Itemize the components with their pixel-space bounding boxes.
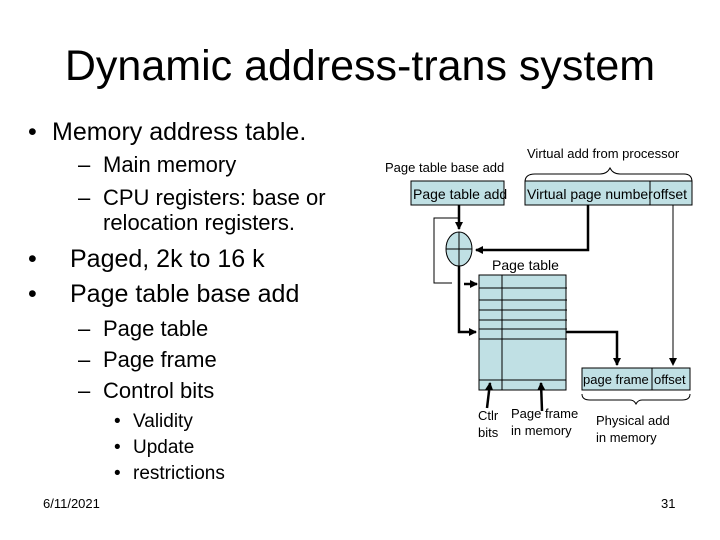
label-offset-physical: offset xyxy=(654,372,686,387)
label-page-frame-in-memory-1: Page frame xyxy=(511,406,578,421)
label-page-table-add: Page table add xyxy=(413,186,507,202)
label-page-frame-in-memory-2: in memory xyxy=(511,423,572,438)
label-page-frame: page frame xyxy=(583,372,649,387)
address-translation-diagram: Virtual add from processor Page table ba… xyxy=(385,146,693,445)
arrow-adder-to-entry xyxy=(457,266,477,336)
label-page-table-base-add: Page table base add xyxy=(385,160,504,175)
label-page-table: Page table xyxy=(492,257,559,273)
brace-physical-address xyxy=(581,393,691,406)
label-virtual-page-number: Virtual page number xyxy=(527,186,653,202)
label-virtual-add-from-processor: Virtual add from processor xyxy=(527,146,680,161)
label-physical-add-2: in memory xyxy=(596,430,657,445)
arrow-vpn-to-adder xyxy=(475,205,590,254)
label-bits: bits xyxy=(478,425,499,440)
page-table-body xyxy=(478,274,567,391)
brace-virtual-address xyxy=(524,166,693,183)
label-ctlr: Ctlr xyxy=(478,408,499,423)
arrow-entry-to-page-frame xyxy=(566,330,621,366)
page-table xyxy=(478,274,567,391)
label-physical-add-1: Physical add xyxy=(596,413,670,428)
label-offset-virtual: offset xyxy=(653,186,687,202)
